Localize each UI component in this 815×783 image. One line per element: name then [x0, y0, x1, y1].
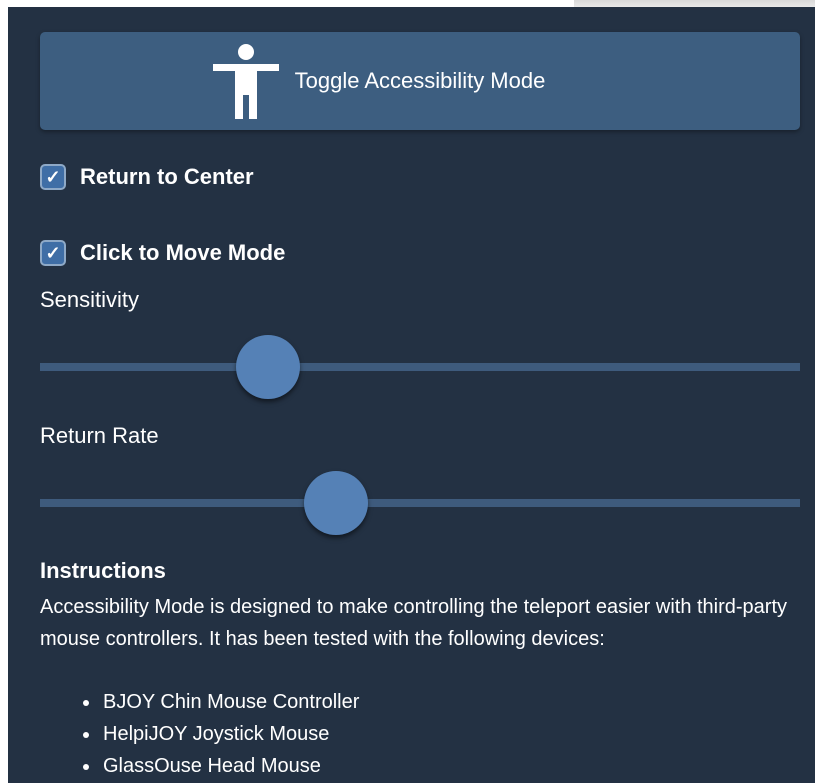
- click-to-move-label: Click to Move Mode: [80, 240, 286, 265]
- checkmark-icon: ✓: [45, 166, 61, 187]
- return-rate-slider-track[interactable]: [40, 499, 800, 507]
- list-item: GlassOuse Head Mouse: [101, 750, 359, 782]
- list-item: HelpiJOY Joystick Mouse: [101, 718, 359, 750]
- sensitivity-label: Sensitivity: [40, 287, 140, 312]
- return-to-center-checkbox[interactable]: ✓: [40, 164, 66, 190]
- toggle-accessibility-mode-label: Toggle Accessibility Mode: [294, 68, 546, 93]
- click-to-move-option[interactable]: ✓ Click to Move Mode: [40, 240, 285, 266]
- sensitivity-slider-track[interactable]: [40, 363, 800, 371]
- toggle-accessibility-mode-button[interactable]: Toggle Accessibility Mode: [40, 32, 800, 130]
- accessibility-person-icon: [212, 44, 279, 119]
- sensitivity-slider[interactable]: [40, 335, 800, 399]
- return-to-center-option[interactable]: ✓ Return to Center: [40, 164, 254, 190]
- click-to-move-checkbox[interactable]: ✓: [40, 240, 66, 266]
- checkmark-icon: ✓: [45, 242, 61, 263]
- return-rate-slider-thumb[interactable]: [304, 471, 369, 535]
- list-item: BJOY Chin Mouse Controller: [101, 686, 359, 718]
- return-rate-label: Return Rate: [40, 423, 159, 448]
- return-rate-slider[interactable]: [40, 471, 800, 535]
- accessibility-panel: Toggle Accessibility Mode ✓ Return to Ce…: [8, 7, 815, 783]
- instructions-heading: Instructions: [40, 558, 166, 583]
- sensitivity-slider-thumb[interactable]: [236, 335, 300, 399]
- device-list: BJOY Chin Mouse Controller HelpiJOY Joys…: [79, 686, 359, 782]
- return-to-center-label: Return to Center: [80, 164, 254, 189]
- instructions-body: Accessibility Mode is designed to make c…: [40, 596, 788, 650]
